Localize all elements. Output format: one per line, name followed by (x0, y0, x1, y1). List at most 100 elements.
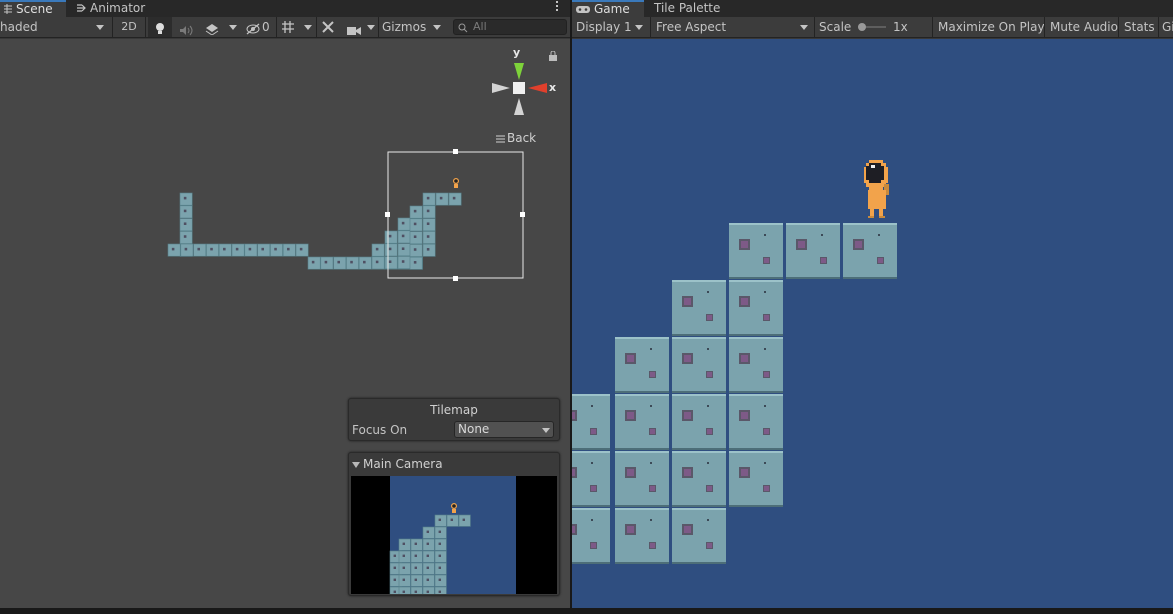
shading-mode-dropdown[interactable]: haded (0, 17, 110, 37)
tools-button[interactable] (320, 17, 338, 37)
grid-toggle[interactable] (280, 17, 298, 37)
maximize-on-play-toggle[interactable]: Maximize On Play (938, 17, 1045, 37)
tab-tile-palette-label: Tile Palette (654, 1, 721, 15)
tile (167, 243, 181, 257)
audio-toggle[interactable] (174, 17, 198, 37)
tile (786, 223, 840, 279)
slider-thumb[interactable] (858, 23, 866, 31)
tile (729, 451, 783, 507)
scene-player-sprite[interactable] (453, 178, 459, 188)
tile (384, 256, 398, 270)
tile (615, 337, 669, 393)
tile (384, 230, 398, 244)
tile (422, 526, 435, 539)
tile (434, 574, 447, 587)
tile (218, 243, 232, 257)
view-direction-label: Back (507, 131, 537, 145)
focus-on-label: Focus On (352, 423, 408, 437)
divider (276, 17, 277, 37)
camera-settings-button[interactable] (346, 17, 364, 37)
scene-visibility-toggle[interactable]: 0 (244, 17, 274, 37)
scene-tilemap (167, 192, 462, 270)
lighting-toggle[interactable] (148, 17, 172, 37)
tile (729, 280, 783, 336)
divider (1044, 17, 1045, 37)
tab-animator[interactable]: Animator (72, 0, 152, 17)
tile (729, 394, 783, 450)
toggle-2d-button[interactable]: 2D (117, 17, 141, 37)
tab-animator-label: Animator (90, 1, 146, 15)
game-canvas (572, 160, 897, 564)
tile (448, 192, 462, 206)
tile (434, 514, 447, 527)
tile (410, 574, 423, 587)
gizmos-dropdown[interactable]: Gizmos (382, 17, 446, 37)
divider (1158, 17, 1159, 37)
tile (422, 205, 436, 219)
tab-tile-palette[interactable]: Tile Palette (650, 0, 730, 17)
tile (398, 550, 411, 563)
effects-toggle[interactable] (200, 17, 224, 37)
scale-slider[interactable] (858, 23, 886, 31)
divider (932, 17, 933, 37)
divider (112, 17, 113, 37)
chevron-down-icon (542, 428, 550, 433)
chevron-down-icon (433, 25, 441, 30)
tile (371, 243, 385, 257)
shading-mode-label: haded (0, 20, 38, 34)
tile (843, 223, 897, 279)
tile (672, 394, 726, 450)
triangle-down-icon (352, 461, 360, 468)
tile (398, 574, 411, 587)
tile (458, 514, 471, 527)
camera-preview-header[interactable]: Main Camera (352, 457, 443, 471)
chevron-down-icon[interactable] (304, 25, 312, 30)
tile (409, 218, 423, 232)
tile (206, 243, 219, 257)
game-viewport[interactable] (572, 39, 1173, 608)
gamepad-icon (576, 3, 590, 17)
chevron-down-icon[interactable] (229, 25, 237, 30)
search-input[interactable]: All (453, 19, 567, 35)
toggle-2d-label: 2D (121, 20, 137, 33)
camera-preview-image (389, 476, 516, 594)
tile (410, 538, 423, 551)
tile (446, 514, 459, 527)
tile (180, 243, 194, 257)
tile (244, 243, 258, 257)
tile (615, 394, 669, 450)
camera-preview-frame (351, 476, 557, 594)
scene-menu-icon[interactable] (556, 1, 559, 13)
game-gizmos-toggle[interactable]: Gi (1162, 17, 1173, 37)
search-icon (458, 22, 468, 36)
display-dropdown[interactable]: Display 1 (576, 17, 648, 37)
tile (409, 231, 423, 245)
tile (434, 526, 447, 539)
tile (422, 574, 435, 587)
scene-viewport[interactable]: y x Back Tilemap Focus On None Main Came… (0, 39, 570, 608)
tab-scene-label: Scene (16, 2, 53, 16)
view-direction-toggle[interactable]: Back (496, 131, 536, 146)
mute-audio-toggle[interactable]: Mute Audio (1050, 17, 1118, 37)
tile (179, 231, 193, 244)
player-character[interactable] (864, 160, 889, 218)
display-label: Display 1 (576, 20, 632, 34)
tile (282, 243, 296, 257)
tile (409, 256, 423, 270)
tab-scene[interactable]: Scene (0, 0, 66, 17)
chevron-down-icon[interactable] (367, 25, 375, 30)
tile (672, 280, 726, 336)
tile (398, 586, 411, 594)
tilemap-overlay-title: Tilemap (430, 403, 478, 417)
tile (672, 508, 726, 564)
lock-icon[interactable] (549, 50, 557, 64)
tile (397, 217, 411, 231)
tile (257, 243, 271, 257)
stats-toggle[interactable]: Stats (1124, 17, 1155, 37)
camera-preview-overlay: Main Camera (348, 452, 560, 596)
focus-on-value: None (458, 422, 490, 436)
tab-game[interactable]: Game (572, 0, 644, 17)
aspect-dropdown[interactable]: Free Aspect (656, 17, 812, 37)
focus-on-dropdown[interactable]: None (454, 421, 554, 438)
tile (615, 508, 669, 564)
